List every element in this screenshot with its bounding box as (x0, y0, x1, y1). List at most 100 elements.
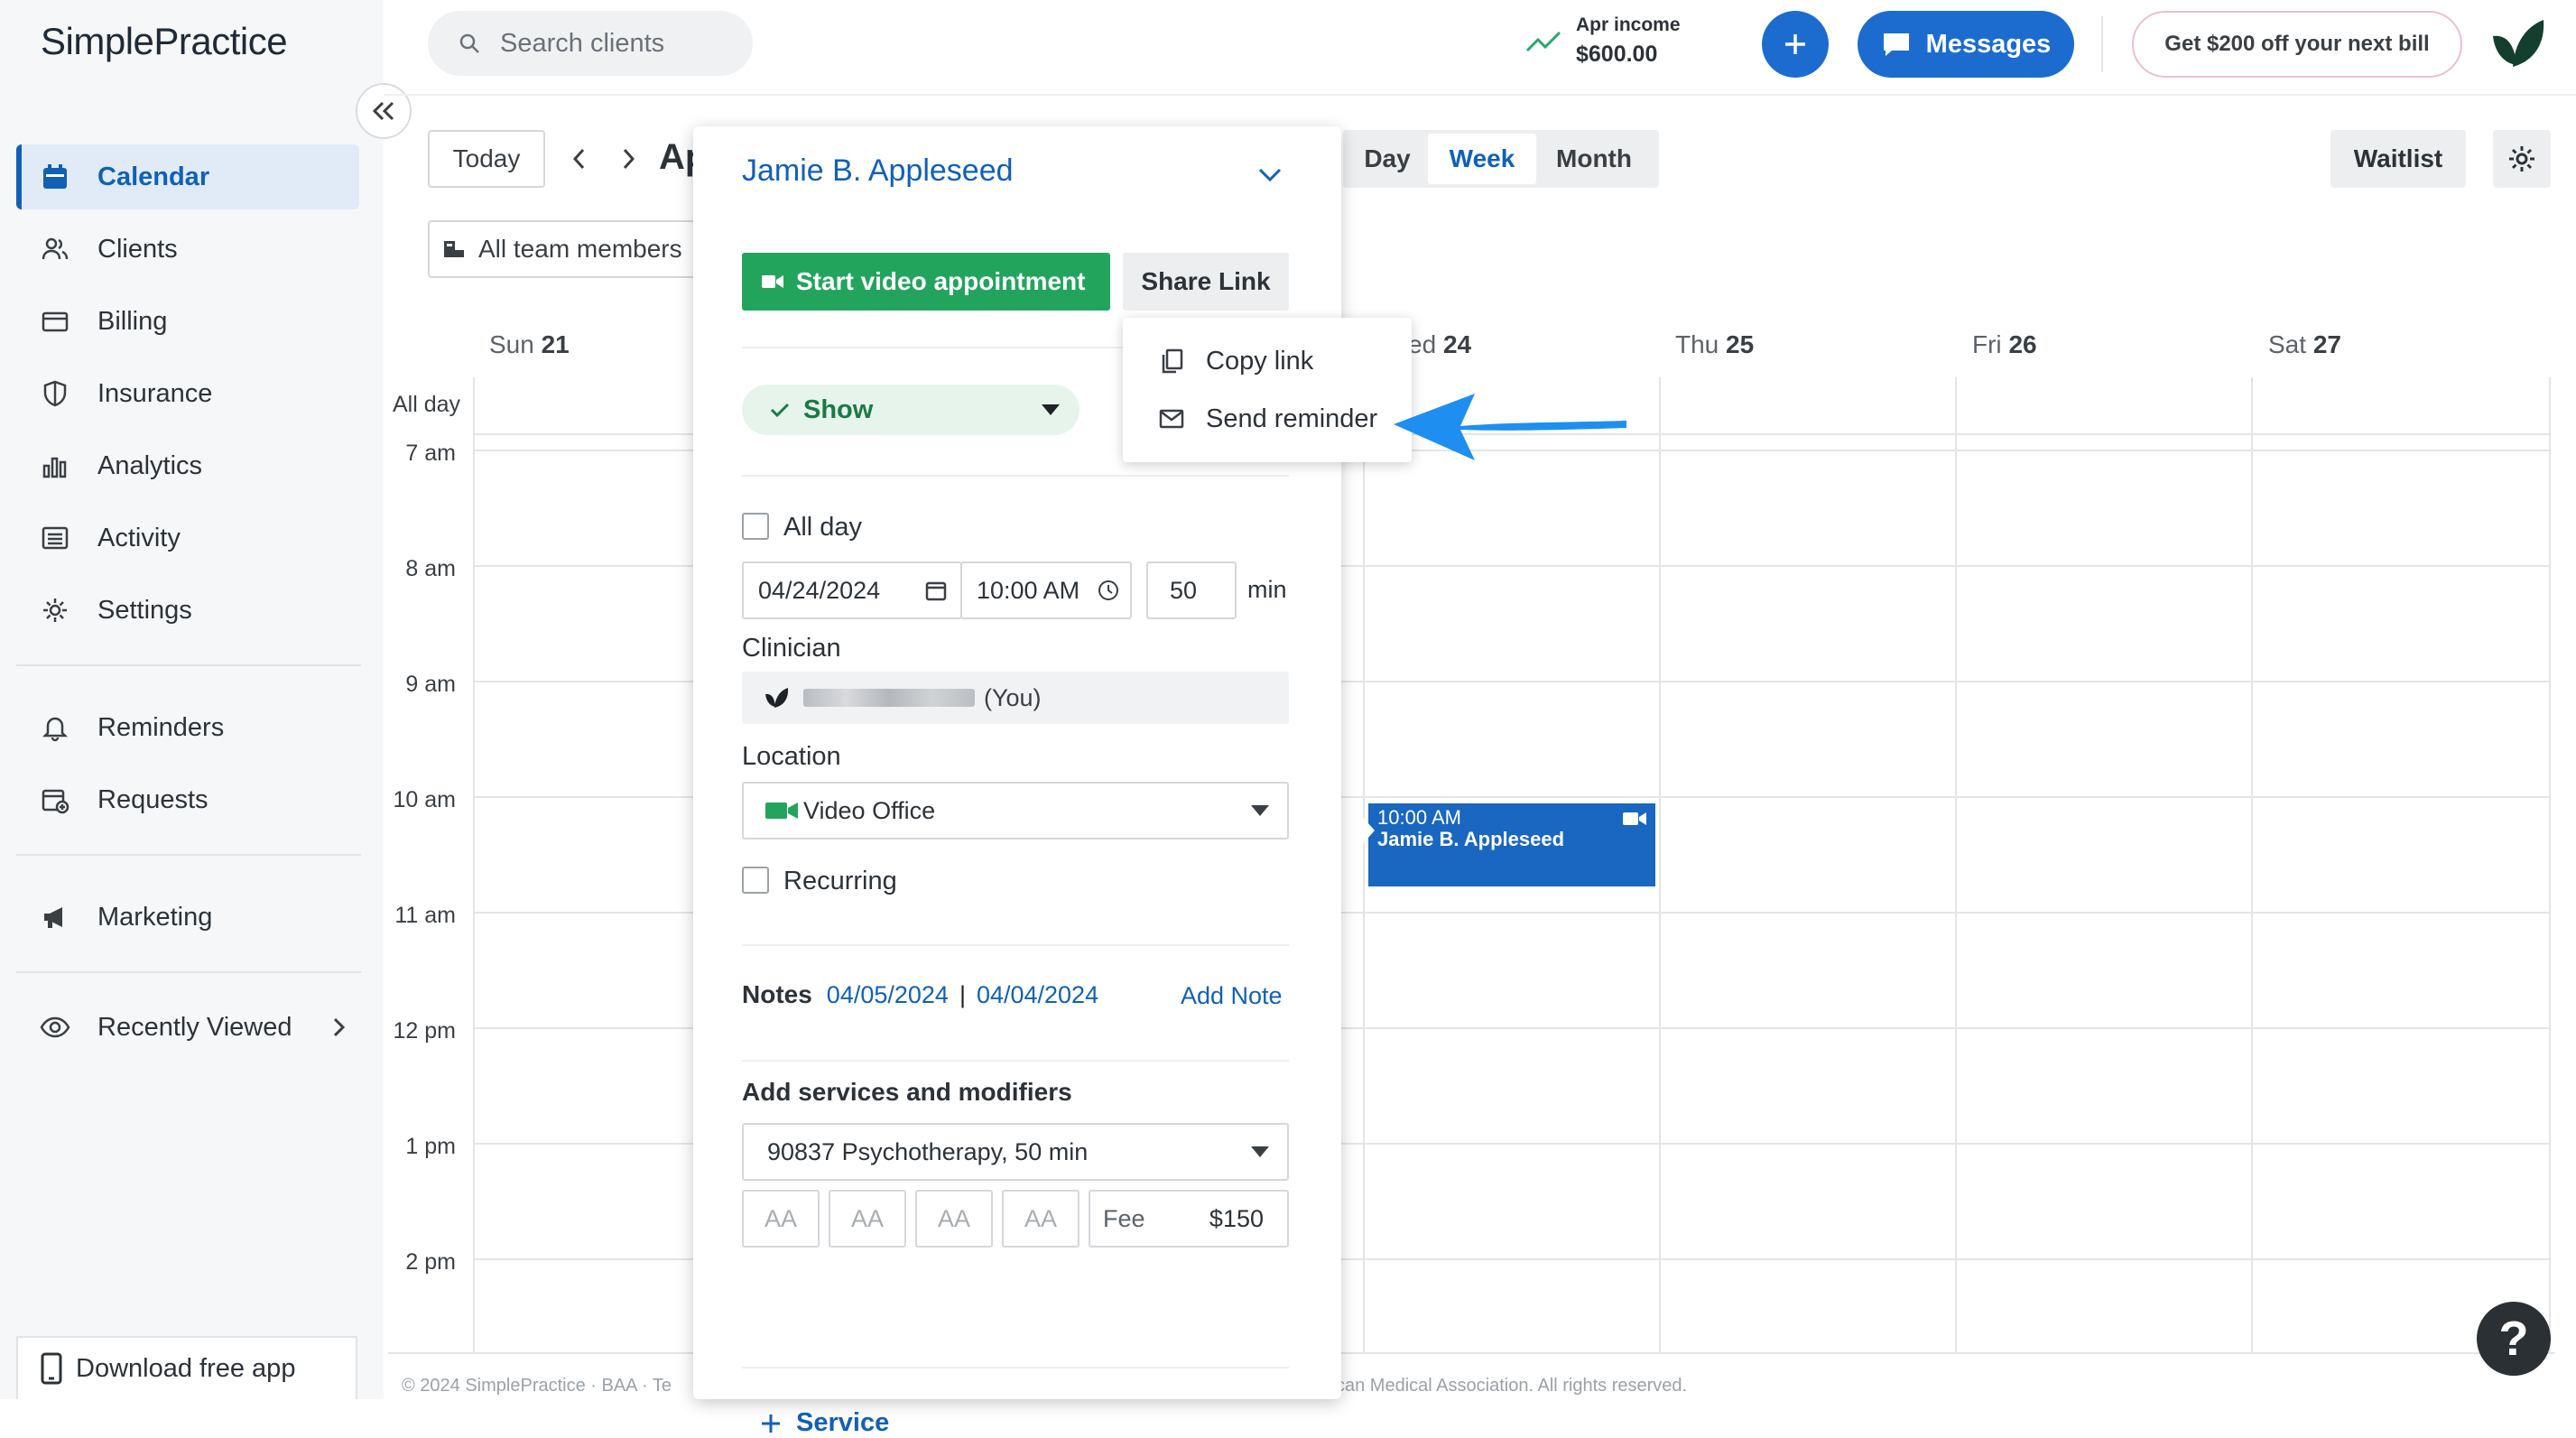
status-dropdown[interactable]: Show (742, 385, 1080, 435)
messages-button[interactable]: Messages (1858, 11, 2074, 78)
grid-line (2251, 377, 2253, 1352)
note-link[interactable]: 04/05/2024 (827, 981, 949, 1009)
share-link-button[interactable]: Share Link (1123, 253, 1289, 311)
add-button[interactable] (1762, 11, 1829, 78)
sidebar-item-label: Marketing (97, 902, 213, 932)
sidebar-item-settings[interactable]: Settings (16, 578, 359, 643)
sidebar-item-label: Recently Viewed (97, 1012, 292, 1042)
caret-down-icon (1251, 805, 1269, 816)
appointment-event[interactable]: 10:00 AM Jamie B. Appleseed (1368, 803, 1655, 886)
calendar-icon (38, 160, 72, 194)
modifier-input[interactable]: AA (1002, 1190, 1080, 1248)
chevron-down-icon[interactable] (1256, 166, 1283, 184)
service-select[interactable]: 90837 Psychotherapy, 50 min (742, 1123, 1289, 1181)
double-chevron-left-icon (371, 100, 396, 122)
caret-down-icon (1251, 1146, 1269, 1157)
team-icon (442, 237, 466, 261)
gear-icon (2507, 144, 2537, 174)
share-link-menu: Copy link Send reminder (1123, 318, 1412, 462)
time-field[interactable]: 10:00 AM (960, 561, 1132, 619)
sidebar-item-analytics[interactable]: Analytics (16, 433, 359, 498)
calendar-plus-icon (38, 783, 72, 817)
date-field[interactable]: 04/24/2024 (742, 561, 962, 619)
time-value: 10:00 AM (977, 576, 1080, 604)
services-label: Add services and modifiers (742, 1078, 1072, 1106)
sidebar-item-calendar[interactable]: Calendar (16, 144, 359, 209)
location-label: Location (742, 742, 841, 771)
chat-icon (1881, 31, 1912, 58)
menu-item-copy-link[interactable]: Copy link (1123, 332, 1412, 390)
popover-pointer (1360, 814, 1375, 847)
sidebar-item-billing[interactable]: Billing (16, 289, 359, 354)
check-icon (769, 401, 791, 419)
team-filter[interactable]: All team members (428, 220, 717, 278)
download-app-label: Download free app (76, 1353, 296, 1383)
chevron-left-icon[interactable] (569, 144, 590, 173)
day-header-sat: Sat 27 (2268, 330, 2341, 358)
tab-week[interactable]: Week (1428, 134, 1536, 184)
clock-icon (1098, 580, 1119, 601)
modifier-input[interactable]: AA (829, 1190, 906, 1248)
sidebar-item-requests[interactable]: Requests (16, 767, 359, 832)
fee-field[interactable]: Fee $150 (1089, 1190, 1289, 1248)
divider (742, 944, 1289, 946)
sidebar-item-clients[interactable]: Clients (16, 217, 359, 282)
collapse-sidebar-button[interactable] (356, 83, 412, 139)
search-input[interactable]: Search clients (428, 11, 753, 76)
income-value: $600.00 (1576, 42, 1658, 67)
add-service-label: Service (796, 1408, 890, 1437)
fee-value: $150 (1209, 1204, 1264, 1232)
note-link[interactable]: 04/04/2024 (977, 981, 1098, 1009)
start-video-button[interactable]: Start video appointment (742, 253, 1110, 311)
promo-button[interactable]: Get $200 off your next bill (2132, 11, 2462, 78)
avatar[interactable] (2488, 16, 2547, 72)
messages-label: Messages (1925, 29, 2052, 59)
plus-icon (1782, 31, 1809, 58)
duration-field[interactable]: 50 (1146, 561, 1237, 619)
notes-row: Notes 04/05/2024 | 04/04/2024 (742, 980, 1098, 1009)
clinician-name-redacted (803, 689, 975, 707)
event-client: Jamie B. Appleseed (1377, 828, 1565, 850)
divider (742, 1060, 1289, 1062)
calendar-settings-button[interactable] (2493, 130, 2551, 188)
sidebar-item-label: Activity (97, 523, 181, 552)
sidebar-item-recently-viewed[interactable]: Recently Viewed (16, 995, 359, 1060)
modifier-input[interactable]: AA (915, 1190, 993, 1248)
grid-line (473, 377, 475, 1352)
shield-icon (38, 376, 72, 411)
time-label: 7 am (405, 441, 456, 466)
status-label: Show (803, 394, 874, 424)
today-button[interactable]: Today (428, 130, 545, 188)
grid-line (1955, 377, 1957, 1352)
chevron-right-icon[interactable] (617, 144, 639, 173)
location-select[interactable]: Video Office (742, 782, 1289, 840)
add-service-button[interactable]: Service (760, 1408, 889, 1438)
modifier-input[interactable]: AA (742, 1190, 820, 1248)
sidebar-item-label: Settings (97, 595, 192, 625)
tab-month[interactable]: Month (1536, 134, 1652, 184)
tab-day[interactable]: Day (1347, 134, 1428, 184)
menu-item-send-reminder[interactable]: Send reminder (1123, 390, 1412, 448)
all-day-label: All day (783, 513, 863, 542)
promo-label: Get $200 off your next bill (2164, 32, 2430, 56)
footer-text: can Medical Association. All rights rese… (1336, 1376, 1688, 1396)
client-name-link[interactable]: Jamie B. Appleseed (742, 153, 1014, 189)
sidebar-item-marketing[interactable]: Marketing (16, 885, 359, 950)
recurring-checkbox[interactable] (742, 867, 769, 894)
list-icon (38, 521, 72, 555)
send-reminder-label: Send reminder (1206, 404, 1378, 433)
sidebar-item-activity[interactable]: Activity (16, 506, 359, 571)
start-video-label: Start video appointment (796, 267, 1086, 295)
add-note-link[interactable]: Add Note (1181, 982, 1283, 1010)
sidebar-item-reminders[interactable]: Reminders (16, 695, 359, 760)
divider (742, 475, 1289, 477)
day-header-sun: Sun 21 (489, 330, 570, 358)
sidebar-item-label: Clients (97, 234, 178, 264)
duration-value: 50 (1170, 576, 1198, 604)
download-app-button[interactable]: Download free app (16, 1336, 357, 1399)
sidebar-item-label: Billing (97, 306, 168, 336)
help-button[interactable]: ? (2477, 1302, 2551, 1376)
sidebar-item-insurance[interactable]: Insurance (16, 361, 359, 426)
waitlist-button[interactable]: Waitlist (2330, 130, 2466, 188)
all-day-checkbox[interactable] (742, 513, 769, 540)
